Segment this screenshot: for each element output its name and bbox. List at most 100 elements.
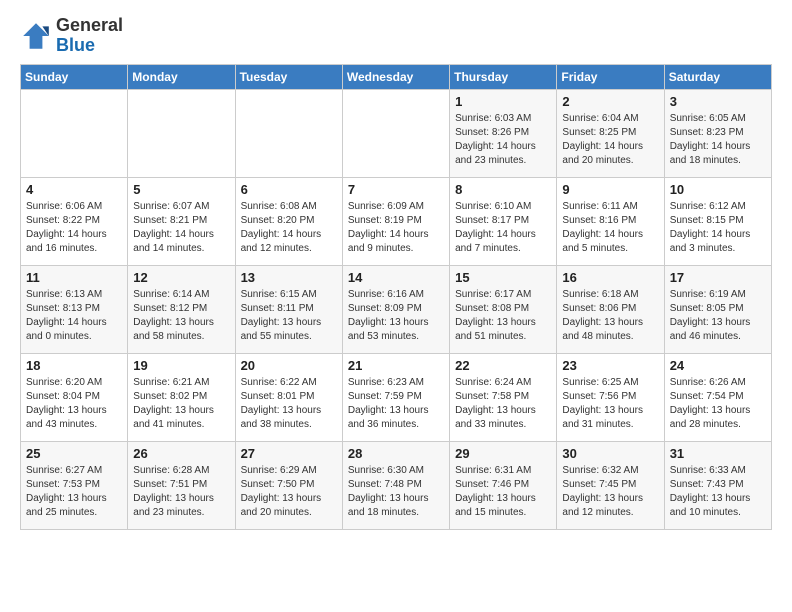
day-number: 3: [670, 94, 766, 109]
calendar-day-cell: 17 Sunrise: 6:19 AMSunset: 8:05 PMDayligh…: [664, 265, 771, 353]
day-info: Sunrise: 6:30 AMSunset: 7:48 PMDaylight:…: [348, 464, 444, 520]
calendar-day-cell: 25Sunrise: 6:27 AMSunset: 7:53 PMDayligh…: [21, 441, 128, 529]
day-number: 25: [26, 446, 122, 461]
day-number: 4: [26, 182, 122, 197]
day-number: 14: [348, 270, 444, 285]
calendar-day-cell: 4 Sunrise: 6:06 AMSunset: 8:22 PMDaylight…: [21, 177, 128, 265]
day-info: Sunrise: 6:20 AMSunset: 8:04 PMDaylight:…: [26, 376, 122, 432]
weekday-header: Monday: [128, 64, 235, 89]
day-info: Sunrise: 6:03 AMSunset: 8:26 PMDaylight:…: [455, 112, 551, 168]
weekday-header: Thursday: [450, 64, 557, 89]
day-info: Sunrise: 6:12 AMSunset: 8:15 PMDaylight:…: [670, 200, 766, 256]
weekday-header: Sunday: [21, 64, 128, 89]
calendar-day-cell: 22 Sunrise: 6:24 AMSunset: 7:58 PMDayligh…: [450, 353, 557, 441]
day-info: Sunrise: 6:28 AMSunset: 7:51 PMDaylight:…: [133, 464, 229, 520]
day-info: Sunrise: 6:24 AMSunset: 7:58 PMDaylight:…: [455, 376, 551, 432]
calendar-day-cell: 15 Sunrise: 6:17 AMSunset: 8:08 PMDayligh…: [450, 265, 557, 353]
day-number: 2: [562, 94, 658, 109]
weekday-header: Tuesday: [235, 64, 342, 89]
day-number: 22: [455, 358, 551, 373]
day-number: 6: [241, 182, 337, 197]
calendar-week-row: 4 Sunrise: 6:06 AMSunset: 8:22 PMDaylight…: [21, 177, 772, 265]
day-number: 13: [241, 270, 337, 285]
calendar-week-row: 11 Sunrise: 6:13 AMSunset: 8:13 PMDayligh…: [21, 265, 772, 353]
day-info: Sunrise: 6:15 AMSunset: 8:11 PMDaylight:…: [241, 288, 337, 344]
day-info: Sunrise: 6:11 AMSunset: 8:16 PMDaylight:…: [562, 200, 658, 256]
weekday-header: Saturday: [664, 64, 771, 89]
day-number: 29: [455, 446, 551, 461]
day-number: 1: [455, 94, 551, 109]
day-number: 18: [26, 358, 122, 373]
day-number: 5: [133, 182, 229, 197]
day-info: Sunrise: 6:13 AMSunset: 8:13 PMDaylight:…: [26, 288, 122, 344]
day-number: 9: [562, 182, 658, 197]
calendar-day-cell: 20 Sunrise: 6:22 AMSunset: 8:01 PMDayligh…: [235, 353, 342, 441]
calendar-day-cell: 24 Sunrise: 6:26 AMSunset: 7:54 PMDayligh…: [664, 353, 771, 441]
day-info: Sunrise: 6:05 AMSunset: 8:23 PMDaylight:…: [670, 112, 766, 168]
calendar-day-cell: 14 Sunrise: 6:16 AMSunset: 8:09 PMDayligh…: [342, 265, 449, 353]
day-info: Sunrise: 6:32 AMSunset: 7:45 PMDaylight:…: [562, 464, 658, 520]
day-number: 17: [670, 270, 766, 285]
calendar-day-cell: 7 Sunrise: 6:09 AMSunset: 8:19 PMDaylight…: [342, 177, 449, 265]
day-number: 21: [348, 358, 444, 373]
calendar-header-row: SundayMondayTuesdayWednesdayThursdayFrid…: [21, 64, 772, 89]
calendar-table: SundayMondayTuesdayWednesdayThursdayFrid…: [20, 64, 772, 530]
day-number: 31: [670, 446, 766, 461]
day-number: 15: [455, 270, 551, 285]
day-number: 20: [241, 358, 337, 373]
day-number: 28: [348, 446, 444, 461]
calendar-day-cell: 10 Sunrise: 6:12 AMSunset: 8:15 PMDayligh…: [664, 177, 771, 265]
day-info: Sunrise: 6:16 AMSunset: 8:09 PMDaylight:…: [348, 288, 444, 344]
calendar-day-cell: 29Sunrise: 6:31 AMSunset: 7:46 PMDayligh…: [450, 441, 557, 529]
day-info: Sunrise: 6:22 AMSunset: 8:01 PMDaylight:…: [241, 376, 337, 432]
day-number: 8: [455, 182, 551, 197]
logo-text: General Blue: [56, 16, 123, 56]
day-info: Sunrise: 6:06 AMSunset: 8:22 PMDaylight:…: [26, 200, 122, 256]
calendar-day-cell: [235, 89, 342, 177]
day-info: Sunrise: 6:25 AMSunset: 7:56 PMDaylight:…: [562, 376, 658, 432]
day-info: Sunrise: 6:26 AMSunset: 7:54 PMDaylight:…: [670, 376, 766, 432]
day-info: Sunrise: 6:07 AMSunset: 8:21 PMDaylight:…: [133, 200, 229, 256]
logo-icon: [20, 20, 52, 52]
day-number: 10: [670, 182, 766, 197]
calendar-day-cell: 1 Sunrise: 6:03 AMSunset: 8:26 PMDaylight…: [450, 89, 557, 177]
day-number: 26: [133, 446, 229, 461]
calendar-day-cell: [128, 89, 235, 177]
day-number: 11: [26, 270, 122, 285]
calendar-body: 1 Sunrise: 6:03 AMSunset: 8:26 PMDaylight…: [21, 89, 772, 529]
day-number: 16: [562, 270, 658, 285]
calendar-day-cell: 18 Sunrise: 6:20 AMSunset: 8:04 PMDayligh…: [21, 353, 128, 441]
day-info: Sunrise: 6:10 AMSunset: 8:17 PMDaylight:…: [455, 200, 551, 256]
day-number: 27: [241, 446, 337, 461]
calendar-day-cell: 8 Sunrise: 6:10 AMSunset: 8:17 PMDaylight…: [450, 177, 557, 265]
calendar-day-cell: 31 Sunrise: 6:33 AMSunset: 7:43 PMDayligh…: [664, 441, 771, 529]
calendar-day-cell: 30 Sunrise: 6:32 AMSunset: 7:45 PMDayligh…: [557, 441, 664, 529]
calendar-day-cell: 23 Sunrise: 6:25 AMSunset: 7:56 PMDayligh…: [557, 353, 664, 441]
day-info: Sunrise: 6:33 AMSunset: 7:43 PMDaylight:…: [670, 464, 766, 520]
calendar-week-row: 18 Sunrise: 6:20 AMSunset: 8:04 PMDayligh…: [21, 353, 772, 441]
day-number: 30: [562, 446, 658, 461]
logo: General Blue: [20, 16, 123, 56]
weekday-header: Friday: [557, 64, 664, 89]
calendar-day-cell: 3 Sunrise: 6:05 AMSunset: 8:23 PMDaylight…: [664, 89, 771, 177]
day-number: 23: [562, 358, 658, 373]
day-info: Sunrise: 6:17 AMSunset: 8:08 PMDaylight:…: [455, 288, 551, 344]
day-info: Sunrise: 6:29 AMSunset: 7:50 PMDaylight:…: [241, 464, 337, 520]
calendar-day-cell: 9 Sunrise: 6:11 AMSunset: 8:16 PMDaylight…: [557, 177, 664, 265]
day-info: Sunrise: 6:09 AMSunset: 8:19 PMDaylight:…: [348, 200, 444, 256]
day-info: Sunrise: 6:21 AMSunset: 8:02 PMDaylight:…: [133, 376, 229, 432]
day-info: Sunrise: 6:19 AMSunset: 8:05 PMDaylight:…: [670, 288, 766, 344]
page-header: General Blue: [20, 16, 772, 56]
calendar-day-cell: 11 Sunrise: 6:13 AMSunset: 8:13 PMDayligh…: [21, 265, 128, 353]
day-info: Sunrise: 6:18 AMSunset: 8:06 PMDaylight:…: [562, 288, 658, 344]
day-number: 7: [348, 182, 444, 197]
calendar-week-row: 1 Sunrise: 6:03 AMSunset: 8:26 PMDaylight…: [21, 89, 772, 177]
day-info: Sunrise: 6:04 AMSunset: 8:25 PMDaylight:…: [562, 112, 658, 168]
day-number: 24: [670, 358, 766, 373]
day-info: Sunrise: 6:14 AMSunset: 8:12 PMDaylight:…: [133, 288, 229, 344]
weekday-header: Wednesday: [342, 64, 449, 89]
calendar-day-cell: 19Sunrise: 6:21 AMSunset: 8:02 PMDayligh…: [128, 353, 235, 441]
calendar-day-cell: [21, 89, 128, 177]
day-number: 12: [133, 270, 229, 285]
calendar-day-cell: 6Sunrise: 6:08 AMSunset: 8:20 PMDaylight…: [235, 177, 342, 265]
